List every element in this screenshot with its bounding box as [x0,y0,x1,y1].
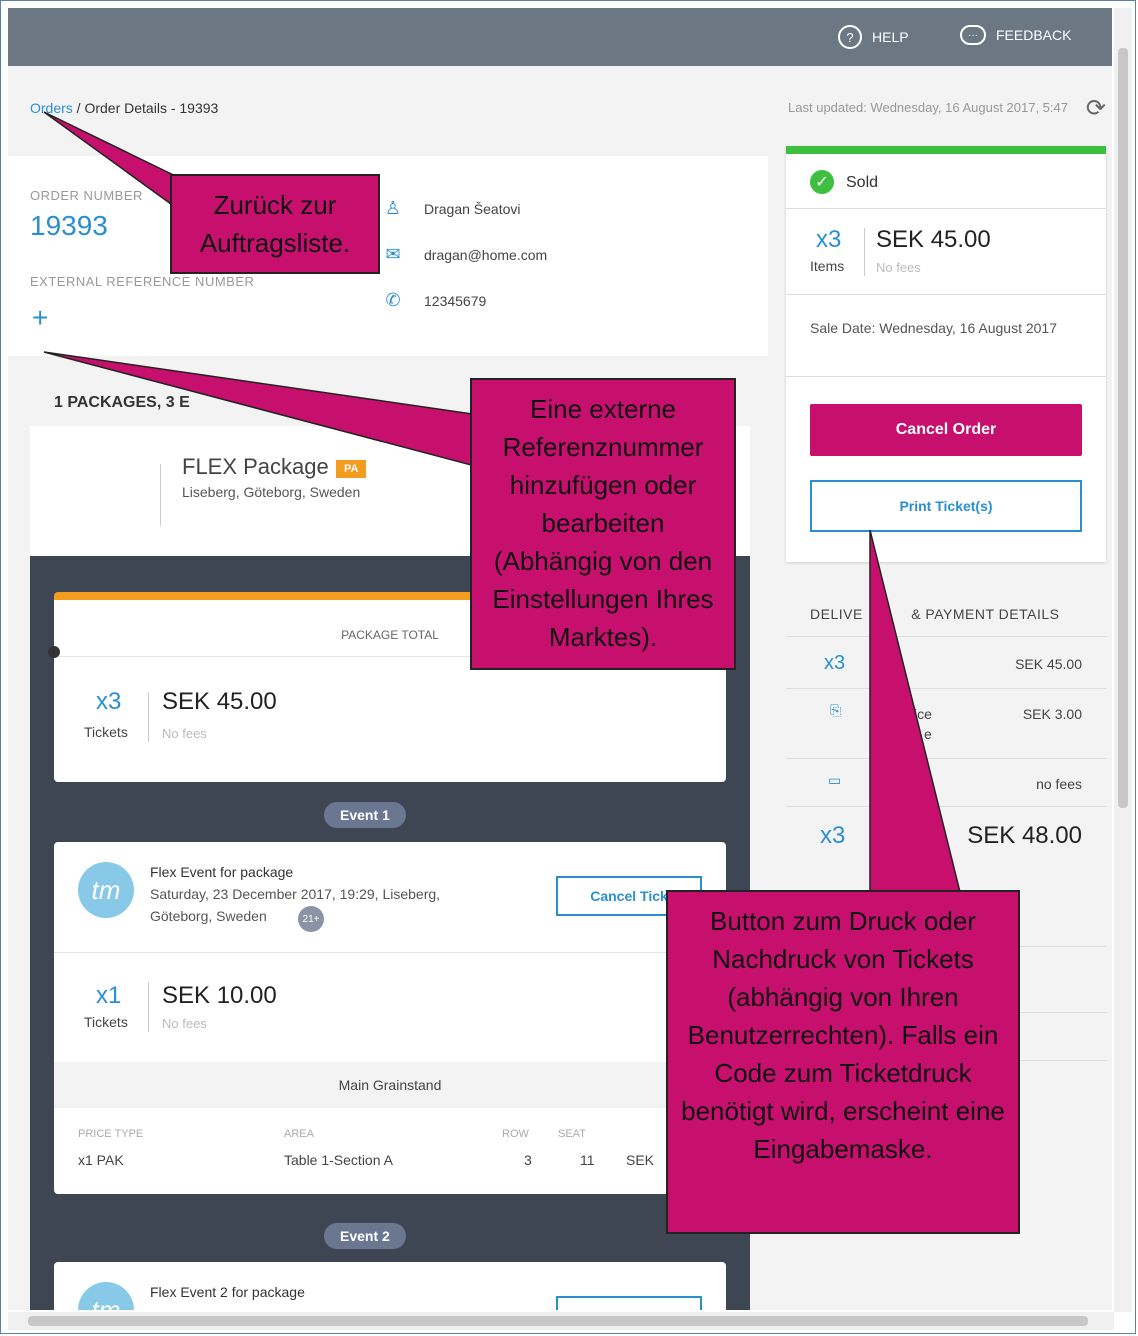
arrow-to-print-button [869,529,961,893]
callout-print-tickets: Button zum Druck oder Nachdruck von Tick… [666,890,1020,1234]
scrollbar-thumb[interactable] [1118,48,1128,808]
horizontal-scrollbar[interactable] [8,1312,1114,1330]
scrollbar-thumb[interactable] [28,1316,1088,1326]
vertical-scrollbar[interactable] [1114,8,1132,1312]
callout-back-to-orders: Zurück zur Auftragsliste. [170,174,380,274]
arrow-to-add-reference [43,351,501,471]
callout-external-reference: Eine externe Referenznummer hinzufügen o… [470,378,736,670]
